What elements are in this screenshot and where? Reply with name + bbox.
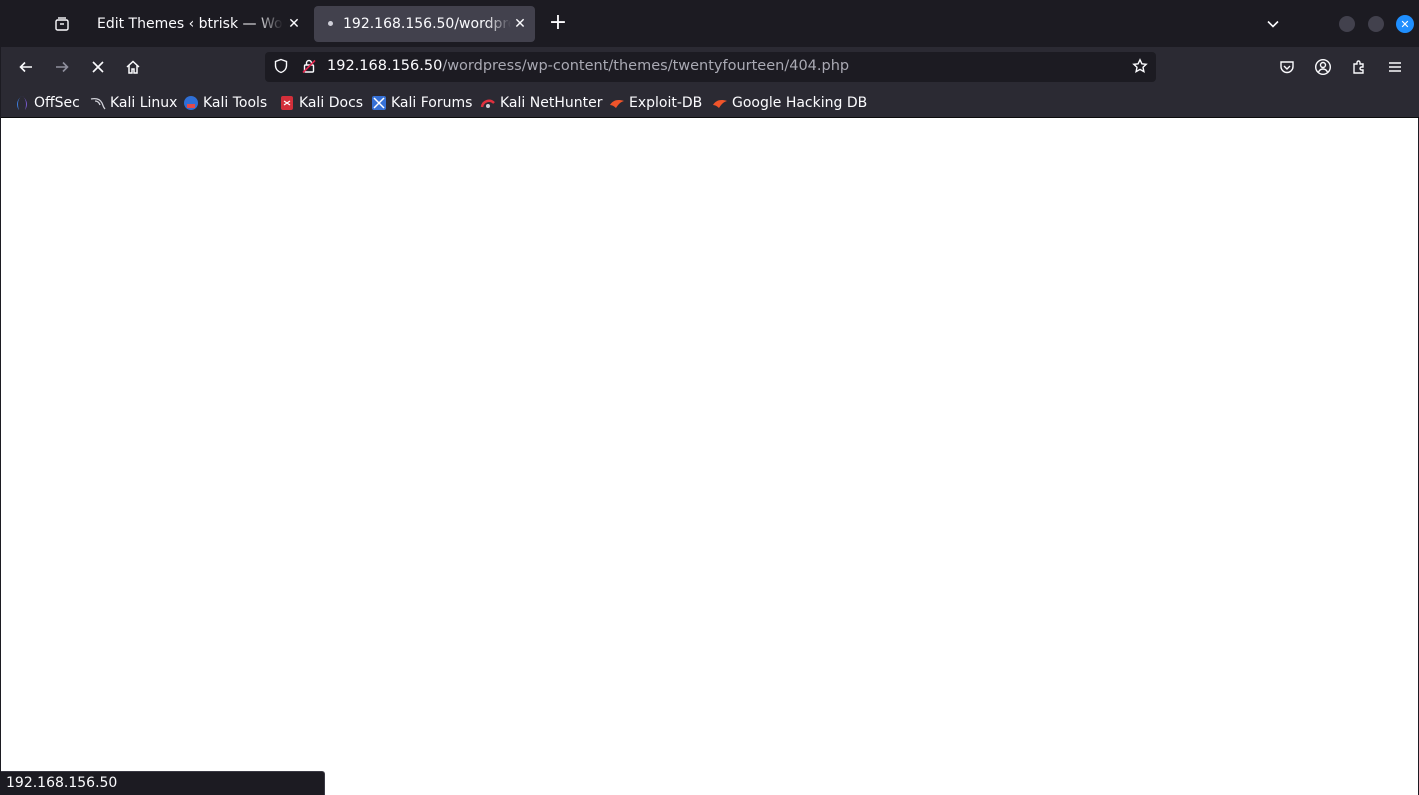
loading-dot-icon [328,21,333,26]
bookmark-label: Exploit-DB [629,95,703,111]
kali-linux-icon [90,97,106,110]
extensions-puzzle-icon[interactable] [1345,53,1373,81]
navigation-toolbar: 192.168.156.50/wordpress/wp-content/them… [1,47,1419,87]
exploit-db-icon [610,100,624,108]
forward-arrow-icon[interactable] [48,53,76,81]
address-bar[interactable]: 192.168.156.50/wordpress/wp-content/them… [265,52,1156,82]
hamburger-menu-icon[interactable] [1381,53,1409,81]
tab-strip: Edit Themes ‹ btrisk — WordPress ✕ 192.1… [1,1,1419,47]
minimize-button[interactable] [1339,16,1355,32]
page-content [1,118,1418,795]
url-path: /wordpress/wp-content/themes/twentyfourt… [442,58,850,74]
account-icon[interactable] [1309,53,1337,81]
bookmarks-toolbar: OffSec Kali Linux Kali Tools Kali Docs K… [1,87,1419,118]
bookmark-label: Kali Tools [203,95,268,111]
tab-close-icon[interactable]: ✕ [285,15,303,33]
tab-manager-icon[interactable] [48,10,76,38]
bookmark-label: Kali Forums [391,95,473,111]
bookmark-kali-docs[interactable]: Kali Docs [279,93,363,113]
maximize-button[interactable] [1368,16,1384,32]
status-panel: 192.168.156.50 [1,771,325,795]
bookmark-kali-tools[interactable]: Kali Tools [183,93,267,113]
offsec-icon [17,96,27,110]
bookmark-offsec[interactable]: OffSec [14,93,80,113]
home-icon[interactable] [119,53,147,81]
google-hacking-db-icon [713,100,727,108]
new-tab-plus-icon[interactable]: + [544,10,572,38]
kali-forums-icon [372,96,386,110]
bookmark-label: Kali Docs [299,95,364,111]
url-text[interactable]: 192.168.156.50/wordpress/wp-content/them… [327,58,849,74]
kali-docs-icon [281,96,293,110]
kali-tools-icon [184,96,198,110]
tab-title: Edit Themes ‹ btrisk — WordPress [97,16,283,32]
bookmark-star-icon[interactable] [1132,58,1148,78]
bookmark-label: Google Hacking DB [732,95,868,111]
browser-window: Edit Themes ‹ btrisk — WordPress ✕ 192.1… [0,0,1419,795]
back-arrow-icon[interactable] [12,53,40,81]
bookmark-kali-linux[interactable]: Kali Linux [90,93,177,113]
insecure-lock-icon[interactable] [301,58,317,78]
bookmark-label: Kali NetHunter [500,95,603,111]
url-host: 192.168.156.50 [327,58,443,74]
bookmark-exploit-db[interactable]: Exploit-DB [609,93,702,113]
tab-404-php[interactable]: 192.168.156.50/wordpress/wp-content/them… [314,6,535,42]
bookmark-label: Kali Linux [110,95,178,111]
tab-edit-themes[interactable]: Edit Themes ‹ btrisk — WordPress ✕ [85,6,309,42]
kali-nethunter-icon [480,99,495,108]
tracking-protection-shield-icon[interactable] [273,58,289,78]
bookmark-kali-nethunter[interactable]: Kali NetHunter [480,93,602,113]
tab-close-icon[interactable]: ✕ [511,15,529,33]
bookmark-kali-forums[interactable]: Kali Forums [371,93,472,113]
bookmark-label: OffSec [34,95,80,111]
status-text: 192.168.156.50 [6,775,118,791]
tab-title: 192.168.156.50/wordpress/wp-content/them… [343,16,511,32]
window-close-button[interactable]: ✕ [1396,15,1414,33]
stop-loading-icon[interactable] [84,53,112,81]
bookmark-google-hacking-db[interactable]: Google Hacking DB [712,93,867,113]
list-all-tabs-chevron-icon[interactable] [1259,10,1287,38]
pocket-icon[interactable] [1273,53,1301,81]
